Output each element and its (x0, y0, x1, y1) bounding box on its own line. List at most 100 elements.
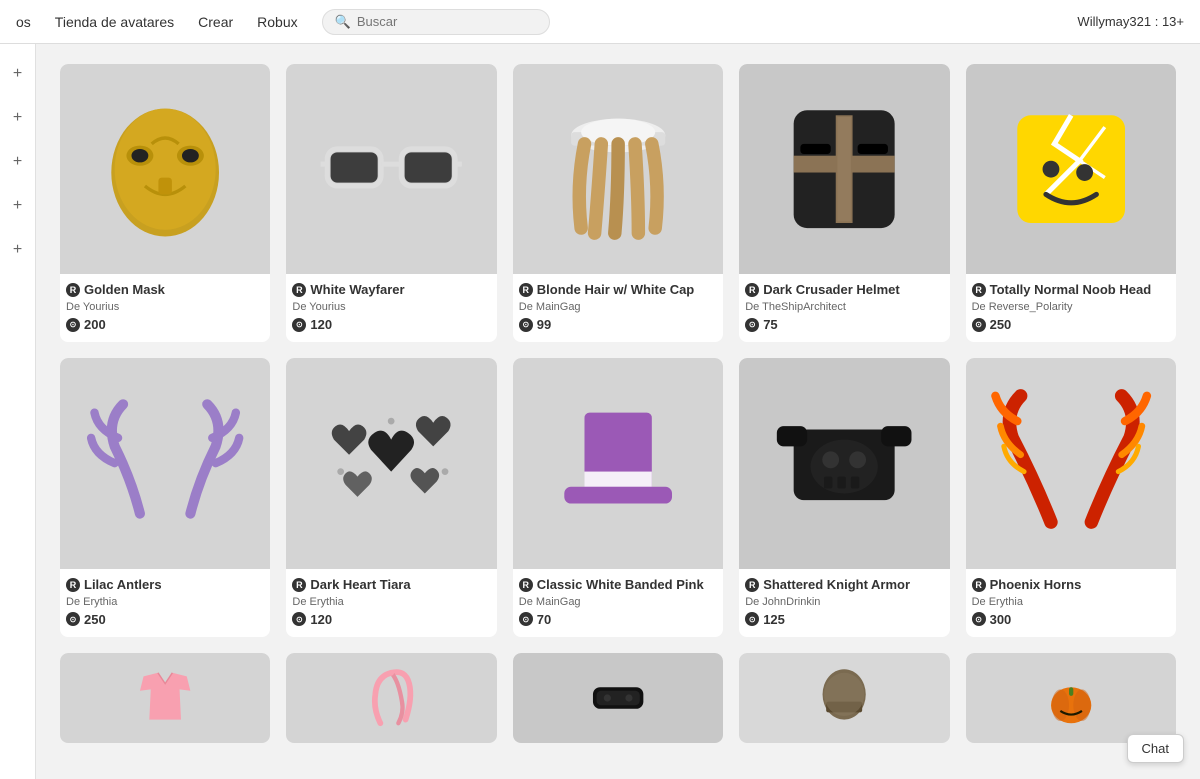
top-nav: os Tienda de avatares Crear Robux 🔍 Will… (0, 0, 1200, 44)
item-image-classic-pink (513, 358, 723, 568)
sidebar-icon-3[interactable]: + (8, 152, 28, 172)
nav-games[interactable]: os (16, 14, 31, 30)
item-image-pink-shirt (60, 653, 270, 743)
item-card-dark-heart[interactable]: R Dark Heart Tiara De Erythia ⊙ 120 (286, 358, 496, 636)
robux-icon: R (745, 578, 759, 592)
item-info-dark-crusader: R Dark Crusader Helmet De TheShipArchite… (739, 274, 949, 342)
sidebar-icon-1[interactable]: + (8, 64, 28, 84)
nav-avatar-shop[interactable]: Tienda de avatares (55, 14, 174, 30)
item-info-golden-mask: R Golden Mask De Yourius ⊙ 200 (60, 274, 270, 342)
page-wrapper: + + + + + (0, 44, 1200, 779)
item-image-blonde-hair (513, 64, 723, 274)
robux-coin: ⊙ (66, 612, 80, 626)
item-card-shattered[interactable]: R Shattered Knight Armor De JohnDrinkin … (739, 358, 949, 636)
robux-coin: ⊙ (745, 318, 759, 332)
item-creator-classic-pink: De MainGag (519, 596, 717, 608)
item-creator-noob-head: De Reverse_Polarity (972, 301, 1170, 313)
sidebar-icon-4[interactable]: + (8, 196, 28, 216)
main-content: R Golden Mask De Yourius ⊙ 200 (36, 44, 1200, 779)
item-name-dark-crusader: R Dark Crusader Helmet (745, 282, 943, 299)
robux-icon: R (292, 578, 306, 592)
item-info-lilac-antlers: R Lilac Antlers De Erythia ⊙ 250 (60, 569, 270, 637)
chat-button[interactable]: Chat (1127, 734, 1184, 763)
robux-icon: R (519, 283, 533, 297)
robux-icon: R (292, 283, 306, 297)
robux-icon: R (972, 283, 986, 297)
item-card-phoenix-horns[interactable]: R Phoenix Horns De Erythia ⊙ 300 (966, 358, 1176, 636)
item-info-blonde-hair: R Blonde Hair w/ White Cap De MainGag ⊙ … (513, 274, 723, 342)
item-image-phoenix-horns (966, 358, 1176, 568)
item-creator-blonde-hair: De MainGag (519, 301, 717, 313)
item-name-golden-mask: R Golden Mask (66, 282, 264, 299)
item-creator-shattered: De JohnDrinkin (745, 596, 943, 608)
item-creator-golden-mask: De Yourius (66, 301, 264, 313)
item-creator-dark-crusader: De TheShipArchitect (745, 301, 943, 313)
item-name-phoenix-horns: R Phoenix Horns (972, 577, 1170, 594)
item-name-noob-head: R Totally Normal Noob Head (972, 282, 1170, 299)
item-card-blonde-hair[interactable]: R Blonde Hair w/ White Cap De MainGag ⊙ … (513, 64, 723, 342)
item-price-lilac-antlers: ⊙ 250 (66, 612, 264, 627)
robux-icon: R (972, 578, 986, 592)
item-image-pumpkin (966, 653, 1176, 743)
nav-create[interactable]: Crear (198, 14, 233, 30)
item-info-white-wayfarer: R White Wayfarer De Yourius ⊙ 120 (286, 274, 496, 342)
robux-coin: ⊙ (292, 318, 306, 332)
item-info-noob-head: R Totally Normal Noob Head De Reverse_Po… (966, 274, 1176, 342)
item-card-helmet2[interactable] (739, 653, 949, 743)
item-info-dark-heart: R Dark Heart Tiara De Erythia ⊙ 120 (286, 569, 496, 637)
item-image-white-wayfarer (286, 64, 496, 274)
item-info-phoenix-horns: R Phoenix Horns De Erythia ⊙ 300 (966, 569, 1176, 637)
item-card-black-item[interactable] (513, 653, 723, 743)
item-image-lilac-antlers (60, 358, 270, 568)
item-info-shattered: R Shattered Knight Armor De JohnDrinkin … (739, 569, 949, 637)
item-price-phoenix-horns: ⊙ 300 (972, 612, 1170, 627)
item-creator-lilac-antlers: De Erythia (66, 596, 264, 608)
item-price-dark-crusader: ⊙ 75 (745, 317, 943, 332)
item-image-helmet2 (739, 653, 949, 743)
item-card-pink-shirt[interactable] (60, 653, 270, 743)
item-image-golden-mask (60, 64, 270, 274)
item-price-golden-mask: ⊙ 200 (66, 317, 264, 332)
item-card-lilac-antlers[interactable]: R Lilac Antlers De Erythia ⊙ 250 (60, 358, 270, 636)
sidebar-icon-2[interactable]: + (8, 108, 28, 128)
item-card-noob-head[interactable]: R Totally Normal Noob Head De Reverse_Po… (966, 64, 1176, 342)
item-name-blonde-hair: R Blonde Hair w/ White Cap (519, 282, 717, 299)
robux-coin: ⊙ (66, 318, 80, 332)
sidebar-icon-5[interactable]: + (8, 240, 28, 260)
item-card-pink-hair[interactable] (286, 653, 496, 743)
items-grid: R Golden Mask De Yourius ⊙ 200 (60, 64, 1176, 743)
item-card-classic-pink[interactable]: R Classic White Banded Pink De MainGag ⊙… (513, 358, 723, 636)
item-name-white-wayfarer: R White Wayfarer (292, 282, 490, 299)
item-card-dark-crusader[interactable]: R Dark Crusader Helmet De TheShipArchite… (739, 64, 949, 342)
item-card-pumpkin[interactable] (966, 653, 1176, 743)
robux-coin: ⊙ (972, 318, 986, 332)
item-price-classic-pink: ⊙ 70 (519, 612, 717, 627)
item-image-dark-crusader (739, 64, 949, 274)
item-name-lilac-antlers: R Lilac Antlers (66, 577, 264, 594)
robux-icon: R (66, 283, 80, 297)
nav-robux[interactable]: Robux (257, 14, 297, 30)
item-creator-phoenix-horns: De Erythia (972, 596, 1170, 608)
robux-icon: R (519, 578, 533, 592)
item-image-black-item (513, 653, 723, 743)
item-price-blonde-hair: ⊙ 99 (519, 317, 717, 332)
robux-coin: ⊙ (745, 612, 759, 626)
item-name-classic-pink: R Classic White Banded Pink (519, 577, 717, 594)
search-input[interactable] (357, 14, 537, 29)
item-name-dark-heart: R Dark Heart Tiara (292, 577, 490, 594)
item-image-shattered (739, 358, 949, 568)
item-creator-white-wayfarer: De Yourius (292, 301, 490, 313)
item-image-noob-head (966, 64, 1176, 274)
item-info-classic-pink: R Classic White Banded Pink De MainGag ⊙… (513, 569, 723, 637)
item-price-white-wayfarer: ⊙ 120 (292, 317, 490, 332)
robux-icon: R (745, 283, 759, 297)
search-bar: 🔍 (322, 9, 550, 35)
item-card-golden-mask[interactable]: R Golden Mask De Yourius ⊙ 200 (60, 64, 270, 342)
item-creator-dark-heart: De Erythia (292, 596, 490, 608)
item-name-shattered: R Shattered Knight Armor (745, 577, 943, 594)
item-card-white-wayfarer[interactable]: R White Wayfarer De Yourius ⊙ 120 (286, 64, 496, 342)
robux-coin: ⊙ (292, 612, 306, 626)
item-price-dark-heart: ⊙ 120 (292, 612, 490, 627)
robux-coin: ⊙ (972, 612, 986, 626)
user-info: Willymay321 : 13+ (1077, 14, 1184, 29)
